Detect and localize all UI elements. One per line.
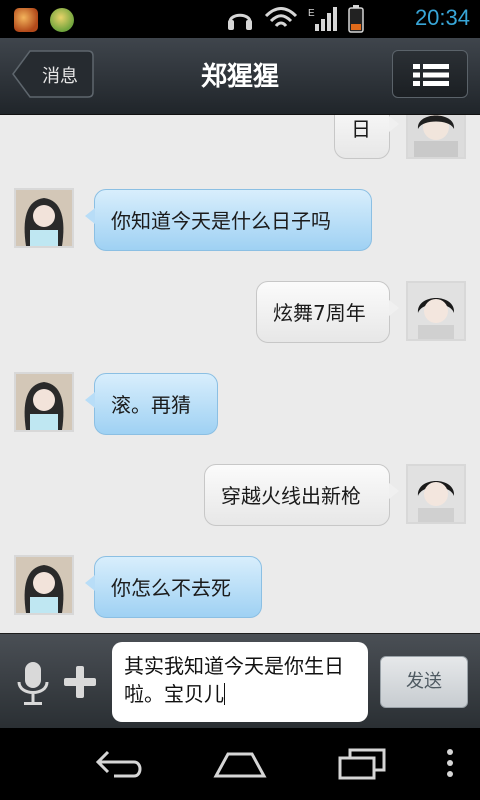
message-bubble-incoming[interactable]: 你知道今天是什么日子吗 bbox=[85, 189, 372, 251]
message-text: 你怎么不去死 bbox=[111, 576, 231, 600]
wifi-icon bbox=[264, 7, 298, 27]
message-bubble-outgoing[interactable]: 穿越火线出新枪 bbox=[204, 464, 399, 526]
menu-button[interactable] bbox=[392, 50, 468, 98]
message-text: 你知道今天是什么日子吗 bbox=[111, 209, 331, 233]
status-time: 20:34 bbox=[414, 5, 470, 30]
message-bubble-outgoing[interactable]: 炫舞7周年 bbox=[256, 281, 399, 343]
recent-apps-icon[interactable] bbox=[334, 746, 390, 780]
avatar-contact-image bbox=[16, 190, 72, 246]
list-menu-icon bbox=[413, 64, 449, 86]
system-nav-bar bbox=[0, 728, 480, 800]
microphone-icon[interactable] bbox=[16, 662, 50, 706]
avatar-contact[interactable] bbox=[14, 555, 74, 615]
message-input-value: 其实我知道今天是你生日啦。宝贝儿 bbox=[124, 654, 344, 706]
status-bar: E 20:34 bbox=[0, 0, 480, 38]
avatar-self-image bbox=[408, 115, 464, 157]
text-cursor bbox=[224, 683, 225, 705]
back-icon[interactable] bbox=[94, 746, 148, 780]
avatar-contact-image bbox=[16, 374, 72, 430]
message-input[interactable]: 其实我知道今天是你生日啦。宝贝儿 bbox=[112, 642, 368, 722]
headset-icon bbox=[228, 13, 252, 30]
message-bubble-incoming[interactable]: 你怎么不去死 bbox=[85, 556, 262, 618]
avatar-contact-image bbox=[16, 557, 72, 613]
overflow-menu-icon[interactable] bbox=[444, 746, 456, 780]
app-notification-icon-2 bbox=[50, 8, 74, 32]
message-text: 炫舞7周年 bbox=[273, 301, 366, 325]
message-text: 滚。再猜 bbox=[111, 393, 191, 417]
avatar-self[interactable] bbox=[406, 281, 466, 341]
status-icons: E bbox=[226, 5, 364, 33]
message-bubble-incoming[interactable]: 滚。再猜 bbox=[85, 373, 218, 435]
message-text: 日 bbox=[351, 117, 371, 141]
avatar-self-image bbox=[408, 466, 464, 522]
composer-bar: 其实我知道今天是你生日啦。宝贝儿 发送 bbox=[0, 633, 480, 729]
send-button[interactable]: 发送 bbox=[380, 656, 468, 708]
avatar-self[interactable] bbox=[406, 464, 466, 524]
plus-icon[interactable] bbox=[62, 664, 98, 700]
message-text: 穿越火线出新枪 bbox=[221, 484, 361, 508]
edge-signal-icon: E bbox=[308, 7, 337, 31]
avatar-contact[interactable] bbox=[14, 372, 74, 432]
chat-area[interactable]: 日 你知道今天是什么日子吗 炫舞7周年 滚。再猜 穿越火线出新枪 你怎么不去死 bbox=[0, 115, 480, 633]
battery-icon bbox=[348, 5, 364, 33]
message-bubble-outgoing[interactable]: 日 bbox=[334, 115, 399, 159]
app-notification-icon bbox=[14, 8, 38, 32]
avatar-contact[interactable] bbox=[14, 188, 74, 248]
avatar-self-image bbox=[408, 283, 464, 339]
home-icon[interactable] bbox=[212, 746, 268, 780]
header-bar: 消息 郑猩猩 bbox=[0, 38, 480, 115]
network-type-label: E bbox=[308, 8, 315, 19]
avatar-self[interactable] bbox=[406, 115, 466, 159]
